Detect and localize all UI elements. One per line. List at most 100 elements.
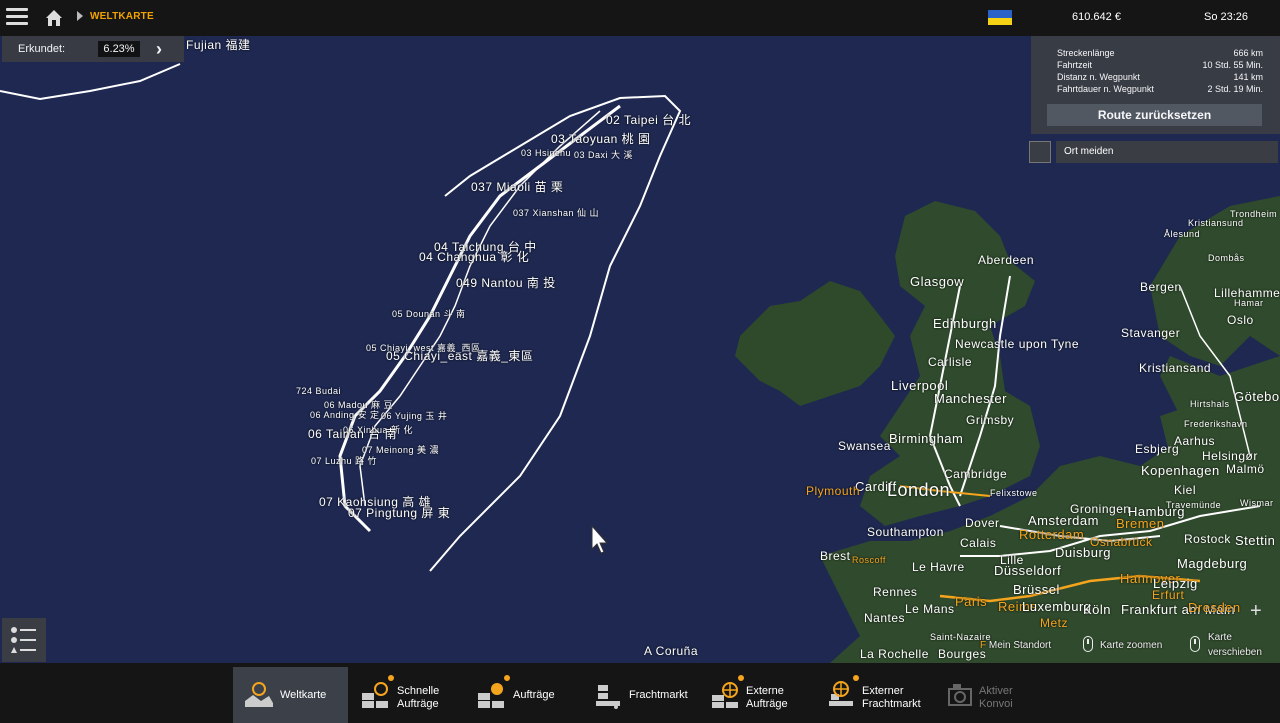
map-label: Calais: [960, 536, 997, 550]
map-label: Cambridge: [944, 467, 1008, 481]
map-label: Düsseldorf: [994, 563, 1062, 578]
map-label: 02 Taipei 台 北: [606, 113, 691, 127]
map-label: Swansea: [838, 439, 891, 453]
bottom-tab-bar: Weltkarte Schnelle Aufträge Aufträge Frac…: [0, 663, 1280, 723]
map-label: Birmingham: [889, 431, 964, 446]
map-label: Kristiansand: [1139, 361, 1212, 375]
map-label: Travemünde: [1166, 500, 1222, 510]
map-label: 03 Taoyuan 桃 園: [551, 132, 651, 146]
explored-value: 6.23%: [98, 41, 140, 57]
map-label: 037 Xianshan 仙 山: [513, 208, 600, 218]
my-location-hint[interactable]: Mein Standort: [989, 640, 1051, 651]
ukraine-flag-icon: [988, 10, 1012, 25]
map-label: 07 Pingtung 屏 東: [348, 506, 451, 520]
move-map-hint-1: Karte: [1208, 632, 1232, 643]
tab-active-convoy: Aktiver Konvoi: [935, 667, 1035, 723]
map-label: Grimsby: [966, 413, 1015, 427]
map-label: Göteborg: [1234, 389, 1280, 404]
map-label: Malmö: [1226, 462, 1265, 476]
map-label: 06 Tainan 台 南: [308, 427, 397, 441]
map-label: 049 Nantou 南 投: [456, 276, 556, 290]
map-label: Paris: [955, 594, 988, 609]
home-icon[interactable]: [44, 8, 64, 28]
tab-external-jobs[interactable]: Externe Aufträge: [700, 667, 810, 723]
convoy-icon: [948, 684, 972, 706]
tab-external-freight-market[interactable]: Externer Frachtmarkt: [815, 667, 935, 723]
breadcrumb: WELTKARTE: [90, 11, 154, 22]
map-label: Kiel: [1174, 483, 1197, 497]
top-bar: WELTKARTE 610.642 € So 23:26: [0, 0, 1280, 36]
map-label: Stettin: [1235, 533, 1276, 548]
tab-freight-market[interactable]: Frachtmarkt: [582, 667, 697, 723]
map-label: Dover: [965, 516, 1000, 530]
map-label: Stavanger: [1121, 326, 1181, 340]
breadcrumb-arrow-icon: [77, 11, 83, 21]
map-legend-button[interactable]: [2, 618, 46, 662]
mouse-cursor-icon: [591, 525, 609, 554]
map-label: 724 Budai: [296, 386, 342, 396]
route-info-panel: Streckenlänge 666 km Fahrtzeit 10 Std. 55 …: [1031, 36, 1280, 134]
map-label: London: [887, 480, 951, 500]
map-label: 06 Anding 安 定: [310, 410, 380, 420]
tab-quick-jobs[interactable]: Schnelle Aufträge: [350, 667, 460, 723]
map-label: Köln: [1083, 602, 1112, 617]
map-label: Manchester: [934, 391, 1007, 406]
map-label: Carlisle: [928, 355, 973, 369]
avoid-location-label[interactable]: Ort meiden: [1056, 141, 1278, 163]
map-label: 03 Hsinchu: [521, 148, 572, 158]
map-label: Plymouth: [806, 484, 861, 498]
map-label: Hamar: [1234, 298, 1264, 308]
map-label: Brest: [820, 549, 851, 563]
map-label: Le Mans: [905, 602, 955, 616]
mouse-scroll-icon: [1083, 636, 1093, 652]
map-label: Nantes: [864, 611, 906, 625]
hamburger-menu-icon[interactable]: [6, 8, 28, 28]
tab-jobs[interactable]: Aufträge: [466, 667, 576, 723]
mouse-drag-icon: [1190, 636, 1200, 652]
map-label: 07 Meinong 美 濃: [362, 445, 440, 455]
map-label: Frederikshavn: [1184, 419, 1248, 429]
map-label: Luxemburg: [1022, 599, 1092, 614]
map-label: 03 Daxi 大 溪: [574, 150, 634, 160]
reset-route-button[interactable]: Route zurücksetzen: [1047, 104, 1262, 126]
map-label: Brüssel: [1013, 582, 1060, 597]
map-label: 06 Yujing 玉 井: [381, 411, 448, 421]
map-label: Southampton: [867, 525, 944, 539]
map-label: Bergen: [1140, 280, 1182, 294]
map-label: Esbjerg: [1135, 442, 1180, 456]
map-label: Groningen: [1070, 502, 1131, 516]
zoom-in-icon[interactable]: +: [1250, 600, 1262, 623]
map-label: Oslo: [1227, 313, 1254, 327]
map-label: Dombås: [1208, 253, 1245, 263]
map-label: Glasgow: [910, 274, 965, 289]
map-label: A Coruña: [644, 644, 699, 658]
map-label: Helsingør: [1202, 449, 1258, 463]
tab-world-map[interactable]: Weltkarte: [233, 667, 348, 723]
map-label: Edinburgh: [933, 316, 997, 331]
map-label: Roscoff: [852, 555, 886, 565]
map-label: Le Havre: [912, 560, 965, 574]
map-label: Felixstowe: [990, 488, 1038, 498]
quick-jobs-icon: [362, 682, 388, 708]
map-label: Kopenhagen: [1141, 463, 1220, 478]
map-label: 037 Miaoli 苗 栗: [471, 180, 564, 194]
explored-label: Erkundet:: [18, 43, 66, 55]
map-label: Hirtshals: [1190, 399, 1230, 409]
my-location-key: F: [980, 640, 987, 651]
zoom-map-hint: Karte zoomen: [1100, 640, 1163, 651]
map-label: Ålesund: [1164, 229, 1201, 239]
map-label: 05 Chiayi_east 嘉義_東區: [386, 349, 534, 363]
avoid-location-checkbox[interactable]: [1029, 141, 1051, 163]
explored-panel: Erkundet: 6.23% ›: [2, 36, 184, 62]
map-label: Trondheim: [1230, 209, 1278, 219]
jobs-icon: [478, 683, 504, 708]
map-label: Erfurt: [1152, 588, 1185, 602]
map-label: Aberdeen: [978, 253, 1035, 267]
map-label: Rotterdam: [1019, 527, 1085, 542]
chevron-right-icon[interactable]: ›: [156, 39, 162, 60]
money-display: 610.642 €: [1072, 11, 1121, 23]
map-label: Rostock: [1184, 532, 1231, 546]
map-label: Bourges: [938, 647, 987, 661]
map-label: Rennes: [873, 585, 918, 599]
map-label: Fujian 福建: [186, 38, 251, 52]
